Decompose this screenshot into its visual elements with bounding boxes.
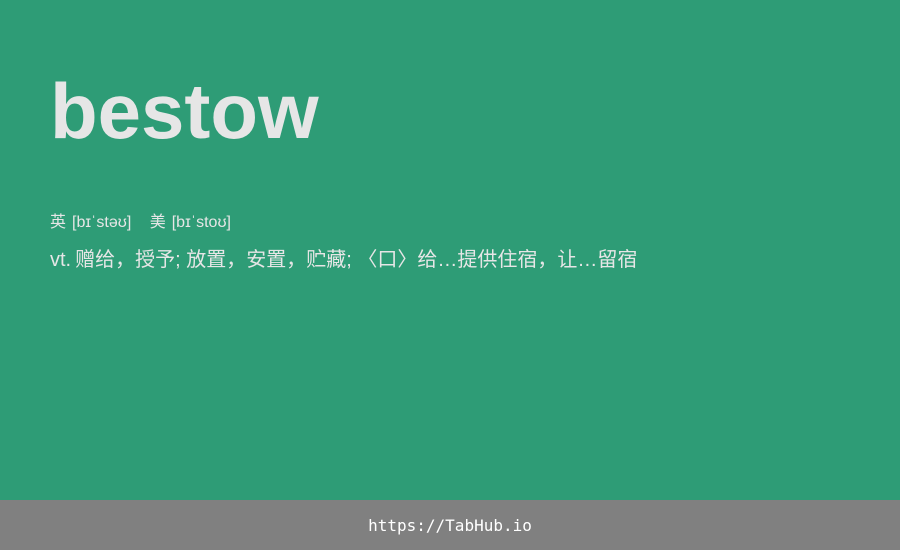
phonetic-uk: 英 [bɪˈstəʊ] <box>50 213 131 233</box>
definition-text: 赠给，授予; 放置，安置，贮藏; 〈口〉给…提供住宿，让…留宿 <box>75 249 638 271</box>
phonetic-uk-label: 英 <box>50 214 67 231</box>
phonetic-us-ipa: [bɪˈstoʊ] <box>171 214 231 231</box>
headword: bestow <box>50 67 319 155</box>
phonetics-row: 英 [bɪˈstəʊ] 美 [bɪˈstoʊ] <box>50 213 245 233</box>
phonetic-us-label: 美 <box>149 214 166 231</box>
phonetic-uk-ipa: [bɪˈstəʊ] <box>72 214 132 231</box>
phonetic-us: 美 [bɪˈstoʊ] <box>150 213 231 233</box>
footer-bar: https://TabHub.io <box>0 500 900 550</box>
part-of-speech: vt. <box>50 249 72 271</box>
footer-link[interactable]: https://TabHub.io <box>368 516 532 535</box>
definition: vt. 赠给，授予; 放置，安置，贮藏; 〈口〉给…提供住宿，让…留宿 <box>50 247 637 273</box>
word-card: bestow 英 [bɪˈstəʊ] 美 [bɪˈstoʊ] vt. 赠给，授予; 放… <box>0 0 900 500</box>
